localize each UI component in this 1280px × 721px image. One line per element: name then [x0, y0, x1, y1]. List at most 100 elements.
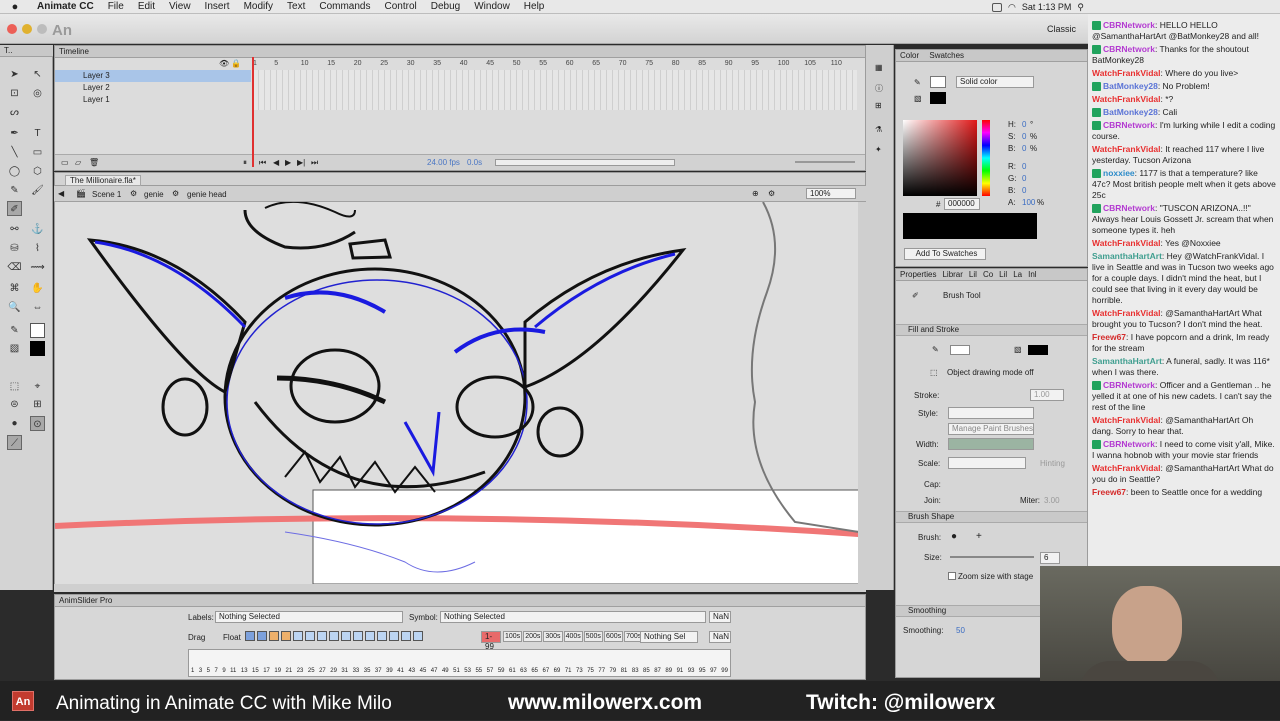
text-tool-icon[interactable]: T	[30, 126, 45, 141]
frame-number[interactable]: 39	[386, 668, 393, 674]
frame-number[interactable]: 95	[699, 668, 706, 674]
subselection-tool-icon[interactable]: ↖	[30, 67, 45, 82]
fill-bucket-icon[interactable]: ▧	[1014, 345, 1022, 354]
frame-number[interactable]: 9	[222, 668, 225, 674]
add-to-swatches-button[interactable]: Add To Swatches	[904, 248, 986, 260]
chat-username[interactable]: CBRNetwork	[1103, 439, 1155, 449]
r-value[interactable]: 0	[1022, 162, 1026, 171]
pause-icon[interactable]: ⏸	[243, 158, 247, 168]
style-select[interactable]	[948, 407, 1034, 419]
frame-number[interactable]: 83	[632, 668, 639, 674]
fill-color-swatch[interactable]	[1028, 345, 1048, 355]
pencil-tool-icon[interactable]: ✎	[7, 183, 22, 198]
seconds-button[interactable]: 200s	[523, 631, 543, 642]
fill-bucket-icon[interactable]: ▧	[914, 94, 922, 103]
stroke-swatch[interactable]	[930, 76, 946, 88]
breadcrumb-genie[interactable]: genie	[144, 190, 164, 199]
first-frame-icon[interactable]: ⏮	[259, 158, 266, 168]
frame-number[interactable]: 37	[375, 668, 382, 674]
properties-tab[interactable]: Lil	[969, 270, 977, 279]
timeline-zoom-slider[interactable]	[795, 161, 855, 163]
frame-number[interactable]: 33	[353, 668, 360, 674]
stage-vertical-scrollbar[interactable]	[858, 202, 866, 584]
menu-insert[interactable]: Insert	[198, 1, 237, 12]
chat-username[interactable]: WatchFrankVidal	[1092, 94, 1161, 104]
frame-number[interactable]: 11	[230, 668, 236, 674]
frame-number[interactable]: 19	[274, 668, 281, 674]
frame-number[interactable]: 17	[263, 668, 270, 674]
chat-username[interactable]: WatchFrankVidal	[1092, 68, 1161, 78]
zoom-select[interactable]: 100%	[806, 188, 856, 199]
asset-warp-tool-icon[interactable]: ⇔	[30, 300, 45, 315]
back-arrow-icon[interactable]: ◀	[58, 189, 64, 198]
frame-number[interactable]: 45	[420, 668, 427, 674]
frame-number[interactable]: 43	[408, 668, 415, 674]
stroke-pencil-icon[interactable]: ✎	[932, 345, 939, 354]
b-value[interactable]: 0	[1022, 144, 1026, 153]
components-icon[interactable]: ✦	[875, 145, 882, 154]
brush-tool-icon[interactable]: ✐	[7, 201, 22, 216]
menu-file[interactable]: File	[101, 1, 131, 12]
frame-number[interactable]: 93	[688, 668, 695, 674]
hinting-label[interactable]: Hinting	[1040, 459, 1065, 468]
breadcrumb-scene[interactable]: Scene 1	[92, 190, 121, 199]
menu-modify[interactable]: Modify	[237, 1, 280, 12]
frame-number[interactable]: 97	[710, 668, 717, 674]
color-panel-icon[interactable]: ▦	[875, 63, 883, 72]
fill-swatch[interactable]	[930, 92, 946, 104]
eye-icon[interactable]: 👁	[219, 59, 229, 68]
chat-username[interactable]: WatchFrankVidal	[1092, 144, 1161, 154]
seconds-button[interactable]: 600s	[603, 631, 624, 642]
seconds-button[interactable]: 300s	[543, 631, 563, 642]
frame-number[interactable]: 89	[665, 668, 672, 674]
delete-layer-icon[interactable]: 🗑	[89, 158, 99, 167]
new-layer-icon[interactable]: ▭	[61, 158, 69, 167]
fill-stroke-section[interactable]: Fill and Stroke	[896, 324, 1087, 336]
alpha-value[interactable]: 100	[1022, 198, 1035, 207]
frame-number[interactable]: 91	[677, 668, 684, 674]
chat-username[interactable]: CBRNetwork	[1103, 44, 1155, 54]
paint-bucket-tool-icon[interactable]: ⛁	[7, 241, 22, 256]
minimize-button[interactable]	[22, 24, 32, 34]
frame-number[interactable]: 65	[531, 668, 538, 674]
battery-icon[interactable]	[992, 2, 1003, 12]
mode-icon[interactable]	[329, 631, 339, 641]
menu-app[interactable]: Animate CC	[30, 1, 101, 12]
layer-row[interactable]: Layer 1	[55, 94, 251, 106]
stroke-pencil-icon[interactable]: ✎	[914, 78, 921, 87]
float-label[interactable]: Float	[223, 633, 241, 642]
frame-number[interactable]: 87	[654, 668, 661, 674]
frame-number[interactable]: 81	[621, 668, 628, 674]
frame-number[interactable]: 7	[214, 668, 217, 674]
hand-tool-icon[interactable]: ✋	[30, 281, 45, 296]
mode-icon[interactable]	[377, 631, 387, 641]
stage-canvas[interactable]	[54, 202, 858, 584]
color-picker-field[interactable]	[903, 120, 977, 196]
chat-username[interactable]: SamanthaHartArt	[1092, 356, 1162, 366]
tab-swatches[interactable]: Swatches	[929, 51, 964, 60]
zoom-button[interactable]	[37, 24, 47, 34]
brush-shape-section[interactable]: Brush Shape	[896, 511, 1087, 523]
frame-number[interactable]: 27	[319, 668, 326, 674]
mode-icon[interactable]	[365, 631, 375, 641]
polystar-tool-icon[interactable]: ⬡	[30, 164, 45, 179]
lasso-tool-icon[interactable]: ᔕ	[7, 105, 22, 120]
frame-number[interactable]: 15	[252, 668, 259, 674]
eyedropper-tool-icon[interactable]: ⌇	[30, 241, 45, 256]
apple-icon[interactable]: ●	[0, 1, 30, 13]
align-icon[interactable]: ⊞	[875, 101, 882, 110]
seconds-button[interactable]: 100s	[503, 631, 523, 642]
frame-number[interactable]: 25	[308, 668, 315, 674]
camera-tool-icon[interactable]: ⌘	[7, 281, 22, 296]
tab-color[interactable]: Color	[900, 51, 919, 60]
zoom-size-checkbox[interactable]	[948, 572, 956, 580]
stroke-color-swatch[interactable]	[950, 345, 970, 355]
chat-username[interactable]: CBRNetwork	[1103, 20, 1155, 30]
frame-number[interactable]: 29	[330, 668, 337, 674]
frame-number[interactable]: 41	[397, 668, 404, 674]
size-slider[interactable]	[950, 556, 1034, 558]
layer-row[interactable]: Layer 2	[55, 82, 251, 94]
frame-number[interactable]: 59	[498, 668, 505, 674]
nothing-sel-select[interactable]: Nothing Sel	[640, 631, 698, 643]
mode-icon[interactable]	[305, 631, 315, 641]
